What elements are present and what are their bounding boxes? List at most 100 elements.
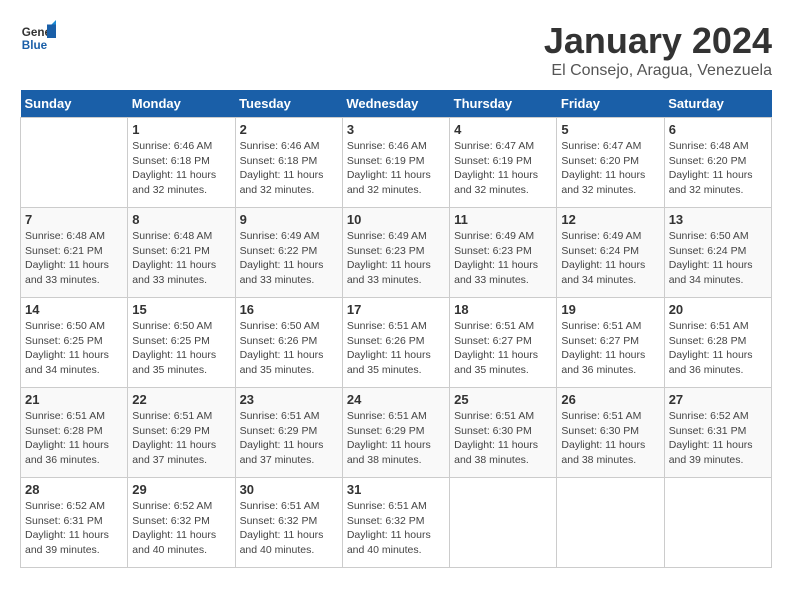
- day-number: 6: [669, 122, 767, 137]
- calendar-cell: [557, 478, 664, 568]
- calendar-table: SundayMondayTuesdayWednesdayThursdayFrid…: [20, 90, 772, 568]
- day-number: 18: [454, 302, 552, 317]
- calendar-cell: 4Sunrise: 6:47 AM Sunset: 6:19 PM Daylig…: [450, 118, 557, 208]
- day-info: Sunrise: 6:51 AM Sunset: 6:27 PM Dayligh…: [454, 319, 552, 378]
- day-info: Sunrise: 6:48 AM Sunset: 6:21 PM Dayligh…: [132, 229, 230, 288]
- day-number: 3: [347, 122, 445, 137]
- calendar-cell: 8 Sunrise: 6:48 AM Sunset: 6:21 PM Daylig…: [128, 208, 235, 298]
- day-number: 17: [347, 302, 445, 317]
- day-number: 16: [240, 302, 338, 317]
- day-number: 23: [240, 392, 338, 407]
- calendar-cell: 28 Sunrise: 6:52 AM Sunset: 6:31 PM Dayli…: [21, 478, 128, 568]
- logo: General Blue: [20, 20, 56, 56]
- day-number: 20: [669, 302, 767, 317]
- calendar-cell: 15 Sunrise: 6:50 AM Sunset: 6:25 PM Dayli…: [128, 298, 235, 388]
- day-info: Sunrise: 6:50 AM Sunset: 6:24 PM Dayligh…: [669, 229, 767, 288]
- calendar-cell: 20 Sunrise: 6:51 AM Sunset: 6:28 PM Dayli…: [664, 298, 771, 388]
- day-number: 31: [347, 482, 445, 497]
- calendar-cell: 1 Sunrise: 6:46 AM Sunset: 6:18 PM Daylig…: [128, 118, 235, 208]
- day-number: 2: [240, 122, 338, 137]
- day-info: Sunrise: 6:49 AM Sunset: 6:22 PM Dayligh…: [240, 229, 338, 288]
- calendar-cell: 27 Sunrise: 6:52 AM Sunset: 6:31 PM Dayli…: [664, 388, 771, 478]
- day-info: Sunrise: 6:51 AM Sunset: 6:29 PM Dayligh…: [132, 409, 230, 468]
- day-info: Sunrise: 6:51 AM Sunset: 6:32 PM Dayligh…: [240, 499, 338, 558]
- day-info: Sunrise: 6:49 AM Sunset: 6:24 PM Dayligh…: [561, 229, 659, 288]
- calendar-cell: 7 Sunrise: 6:48 AM Sunset: 6:21 PM Daylig…: [21, 208, 128, 298]
- week-row-1: 1 Sunrise: 6:46 AM Sunset: 6:18 PM Daylig…: [21, 118, 772, 208]
- day-number: 5: [561, 122, 659, 137]
- day-header-friday: Friday: [557, 90, 664, 118]
- calendar-cell: 14Sunrise: 6:50 AM Sunset: 6:25 PM Dayli…: [21, 298, 128, 388]
- day-number: 22: [132, 392, 230, 407]
- day-info: Sunrise: 6:46 AM Sunset: 6:18 PM Dayligh…: [240, 139, 338, 198]
- page-header: General Blue January 2024 El Consejo, Ar…: [20, 20, 772, 80]
- day-info: Sunrise: 6:51 AM Sunset: 6:27 PM Dayligh…: [561, 319, 659, 378]
- day-info: Sunrise: 6:51 AM Sunset: 6:30 PM Dayligh…: [454, 409, 552, 468]
- day-info: Sunrise: 6:51 AM Sunset: 6:29 PM Dayligh…: [347, 409, 445, 468]
- day-number: 29: [132, 482, 230, 497]
- calendar-cell: 6 Sunrise: 6:48 AM Sunset: 6:20 PM Daylig…: [664, 118, 771, 208]
- day-number: 4: [454, 122, 552, 137]
- calendar-header-row: SundayMondayTuesdayWednesdayThursdayFrid…: [21, 90, 772, 118]
- day-info: Sunrise: 6:52 AM Sunset: 6:31 PM Dayligh…: [25, 499, 123, 558]
- calendar-cell: 29 Sunrise: 6:52 AM Sunset: 6:32 PM Dayli…: [128, 478, 235, 568]
- day-number: 8: [132, 212, 230, 227]
- day-info: Sunrise: 6:51 AM Sunset: 6:29 PM Dayligh…: [240, 409, 338, 468]
- day-number: 9: [240, 212, 338, 227]
- calendar-cell: 17Sunrise: 6:51 AM Sunset: 6:26 PM Dayli…: [342, 298, 449, 388]
- calendar-cell: 2 Sunrise: 6:46 AM Sunset: 6:18 PM Daylig…: [235, 118, 342, 208]
- day-number: 7: [25, 212, 123, 227]
- calendar-cell: 13Sunrise: 6:50 AM Sunset: 6:24 PM Dayli…: [664, 208, 771, 298]
- day-number: 25: [454, 392, 552, 407]
- week-row-4: 21Sunrise: 6:51 AM Sunset: 6:28 PM Dayli…: [21, 388, 772, 478]
- day-info: Sunrise: 6:51 AM Sunset: 6:28 PM Dayligh…: [669, 319, 767, 378]
- day-info: Sunrise: 6:49 AM Sunset: 6:23 PM Dayligh…: [454, 229, 552, 288]
- calendar-cell: [450, 478, 557, 568]
- day-info: Sunrise: 6:46 AM Sunset: 6:18 PM Dayligh…: [132, 139, 230, 198]
- day-number: 27: [669, 392, 767, 407]
- calendar-cell: 12 Sunrise: 6:49 AM Sunset: 6:24 PM Dayli…: [557, 208, 664, 298]
- day-info: Sunrise: 6:50 AM Sunset: 6:26 PM Dayligh…: [240, 319, 338, 378]
- day-header-monday: Monday: [128, 90, 235, 118]
- day-number: 24: [347, 392, 445, 407]
- day-number: 12: [561, 212, 659, 227]
- calendar-cell: 30Sunrise: 6:51 AM Sunset: 6:32 PM Dayli…: [235, 478, 342, 568]
- day-header-saturday: Saturday: [664, 90, 771, 118]
- calendar-cell: 5 Sunrise: 6:47 AM Sunset: 6:20 PM Daylig…: [557, 118, 664, 208]
- calendar-cell: 26 Sunrise: 6:51 AM Sunset: 6:30 PM Dayli…: [557, 388, 664, 478]
- calendar-cell: 21Sunrise: 6:51 AM Sunset: 6:28 PM Dayli…: [21, 388, 128, 478]
- calendar-cell: 23 Sunrise: 6:51 AM Sunset: 6:29 PM Dayli…: [235, 388, 342, 478]
- day-info: Sunrise: 6:51 AM Sunset: 6:32 PM Dayligh…: [347, 499, 445, 558]
- day-info: Sunrise: 6:51 AM Sunset: 6:30 PM Dayligh…: [561, 409, 659, 468]
- day-header-wednesday: Wednesday: [342, 90, 449, 118]
- day-number: 11: [454, 212, 552, 227]
- day-number: 26: [561, 392, 659, 407]
- day-number: 28: [25, 482, 123, 497]
- day-number: 14: [25, 302, 123, 317]
- day-info: Sunrise: 6:50 AM Sunset: 6:25 PM Dayligh…: [132, 319, 230, 378]
- day-info: Sunrise: 6:52 AM Sunset: 6:32 PM Dayligh…: [132, 499, 230, 558]
- calendar-cell: 31 Sunrise: 6:51 AM Sunset: 6:32 PM Dayli…: [342, 478, 449, 568]
- week-row-3: 14 Sunrise: 6:50 AM Sunset: 6:25 PM Dayli…: [21, 298, 772, 388]
- day-header-tuesday: Tuesday: [235, 90, 342, 118]
- logo-icon: General Blue: [20, 20, 56, 56]
- day-header-thursday: Thursday: [450, 90, 557, 118]
- week-row-5: 28 Sunrise: 6:52 AM Sunset: 6:31 PM Dayli…: [21, 478, 772, 568]
- day-info: Sunrise: 6:49 AM Sunset: 6:23 PM Dayligh…: [347, 229, 445, 288]
- calendar-cell: [21, 118, 128, 208]
- day-info: Sunrise: 6:52 AM Sunset: 6:31 PM Dayligh…: [669, 409, 767, 468]
- calendar-cell: 19 Sunrise: 6:51 AM Sunset: 6:27 PM Dayli…: [557, 298, 664, 388]
- day-header-sunday: Sunday: [21, 90, 128, 118]
- calendar-title: January 2024: [544, 20, 772, 62]
- day-info: Sunrise: 6:48 AM Sunset: 6:20 PM Dayligh…: [669, 139, 767, 198]
- day-info: Sunrise: 6:51 AM Sunset: 6:28 PM Dayligh…: [25, 409, 123, 468]
- day-number: 19: [561, 302, 659, 317]
- day-info: Sunrise: 6:47 AM Sunset: 6:20 PM Dayligh…: [561, 139, 659, 198]
- day-info: Sunrise: 6:46 AM Sunset: 6:19 PM Dayligh…: [347, 139, 445, 198]
- day-info: Sunrise: 6:48 AM Sunset: 6:21 PM Dayligh…: [25, 229, 123, 288]
- calendar-cell: 24 Sunrise: 6:51 AM Sunset: 6:29 PM Dayli…: [342, 388, 449, 478]
- day-number: 15: [132, 302, 230, 317]
- calendar-cell: 11 Sunrise: 6:49 AM Sunset: 6:23 PM Dayli…: [450, 208, 557, 298]
- calendar-cell: 3 Sunrise: 6:46 AM Sunset: 6:19 PM Daylig…: [342, 118, 449, 208]
- day-number: 1: [132, 122, 230, 137]
